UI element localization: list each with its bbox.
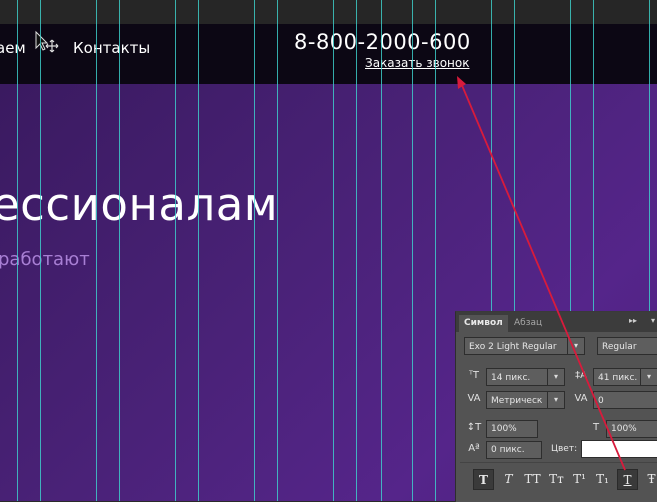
nav-item-partial[interactable]: аем <box>0 39 26 57</box>
chevron-down-icon: ▾ <box>547 392 564 408</box>
horizontal-scale-input[interactable]: 100% <box>606 420 657 438</box>
leading-select[interactable]: 41 пикс. ▾ <box>593 368 657 386</box>
strikethrough-button[interactable]: Ŧ <box>641 469 657 490</box>
kerning-select[interactable]: Метрическ ▾ <box>486 391 565 409</box>
canvas-top-strip <box>0 0 657 24</box>
faux-italic-button[interactable]: T <box>498 469 519 490</box>
nav-item-contacts[interactable]: Контакты <box>73 39 150 57</box>
panel-tab-bar: Символ Абзац ▸▸ ▾ <box>456 312 657 332</box>
subscript-button[interactable]: T₁ <box>592 469 613 490</box>
chevron-down-icon: ▾ <box>567 338 584 354</box>
font-size-icon: ᵀT <box>469 370 479 381</box>
move-cursor-icon <box>35 30 59 53</box>
font-size-select[interactable]: 14 пикс. ▾ <box>486 368 565 386</box>
hero-title: ессионалам <box>0 178 279 231</box>
horizontal-scale-icon: T <box>592 422 600 433</box>
tracking-value: 0 <box>598 396 604 406</box>
panel-menu-icon[interactable]: ▾ <box>651 316 655 325</box>
baseline-shift-input[interactable]: 0 пикс. <box>486 441 542 459</box>
character-panel: Символ Абзац ▸▸ ▾ Exo 2 Light Regular ▾ … <box>455 311 657 502</box>
font-style-select[interactable]: Regular <box>597 337 657 355</box>
tracking-select[interactable]: 0 <box>593 391 657 409</box>
color-swatch[interactable] <box>581 440 657 458</box>
tracking-icon: VA <box>574 393 588 404</box>
font-style-value: Regular <box>602 342 637 352</box>
small-caps-button[interactable]: Tт <box>546 469 567 490</box>
vertical-scale-icon: ↕T <box>466 422 482 433</box>
kerning-value: Метрическ <box>491 396 543 406</box>
font-family-select[interactable]: Exo 2 Light Regular ▾ <box>464 337 585 355</box>
leading-value: 41 пикс. <box>598 373 638 383</box>
font-family-value: Exo 2 Light Regular <box>469 342 557 352</box>
superscript-button[interactable]: T¹ <box>569 469 590 490</box>
tab-character[interactable]: Символ <box>459 315 508 332</box>
phone-number: 8-800-2000-600 <box>294 30 471 54</box>
font-size-value: 14 пикс. <box>491 373 531 383</box>
vertical-scale-input[interactable]: 100% <box>486 420 538 438</box>
color-label: Цвет: <box>551 444 578 454</box>
kerning-icon: VA <box>467 393 481 404</box>
underline-button[interactable]: T <box>617 469 638 490</box>
all-caps-button[interactable]: TT <box>522 469 543 490</box>
hero-subtitle: работают <box>0 249 90 270</box>
collapse-icon[interactable]: ▸▸ <box>629 316 637 325</box>
faux-bold-button[interactable]: T <box>473 469 494 490</box>
baseline-shift-icon: Aª <box>468 443 480 454</box>
chevron-down-icon: ▾ <box>640 369 657 385</box>
chevron-down-icon: ▾ <box>547 369 564 385</box>
tab-paragraph[interactable]: Абзац <box>509 315 547 332</box>
leading-icon: ‡A <box>575 370 587 381</box>
divider <box>460 462 657 463</box>
callback-link[interactable]: Заказать звонок <box>365 56 470 70</box>
